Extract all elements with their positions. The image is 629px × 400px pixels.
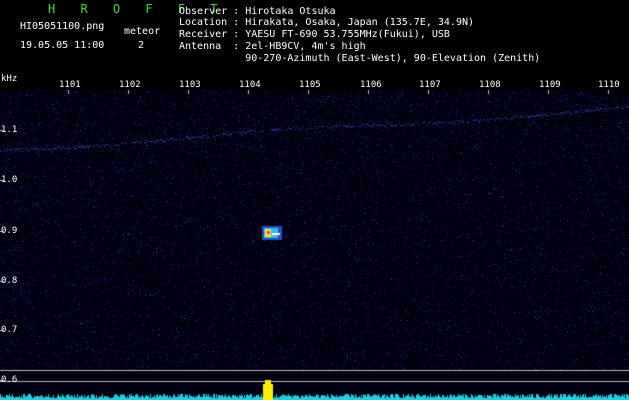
- meteor-count: 2: [138, 40, 145, 51]
- x-tick-label: 1103: [179, 80, 201, 90]
- x-tick-label: 1101: [59, 80, 81, 90]
- y-tick-label: 1.0: [1, 175, 18, 185]
- x-tick-label: 1106: [360, 80, 382, 90]
- x-tick-label: 1104: [239, 80, 261, 90]
- date-time: 19.05.05 11:00: [20, 40, 105, 51]
- file-name: HI05051100.png: [20, 21, 105, 32]
- antenna-line-2: 90-270-Azimuth (East-West), 90-Elevation…: [179, 53, 541, 64]
- meteor-label: meteor: [124, 26, 161, 37]
- x-tick-label: 1110: [598, 80, 620, 90]
- receiver-line: Receiver : YAESU FT-690 53.755MHz(Fukui)…: [179, 29, 450, 40]
- x-tick-label: 1109: [539, 80, 561, 90]
- y-tick-label: 1.1: [1, 125, 18, 135]
- x-tick-label: 1107: [419, 80, 441, 90]
- x-tick-label: 1108: [479, 80, 501, 90]
- y-tick-label: 0.7: [1, 325, 18, 335]
- y-axis-unit: kHz: [1, 74, 18, 84]
- y-tick-label: 0.8: [1, 276, 18, 286]
- y-tick-label: 0.6: [1, 375, 18, 385]
- antenna-line: Antenna : 2el-HB9CV, 4m's high: [179, 41, 366, 52]
- x-tick-label: 1102: [119, 80, 141, 90]
- location-line: Location : Hirakata, Osaka, Japan (135.7…: [179, 17, 475, 28]
- x-tick-label: 1105: [299, 80, 321, 90]
- y-tick-label: 0.9: [1, 226, 18, 236]
